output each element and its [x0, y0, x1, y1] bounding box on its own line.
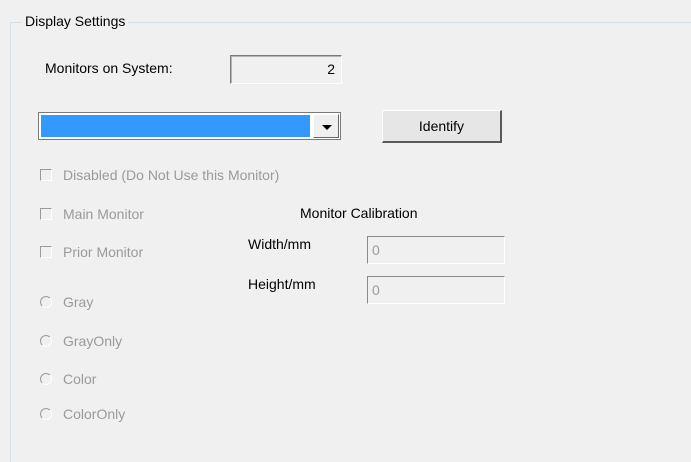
monitors-count-field: 2 [230, 55, 342, 84]
checkbox-label: Main Monitor [63, 206, 144, 222]
height-label: Height/mm [248, 276, 316, 292]
radio-gray-only[interactable]: GrayOnly [40, 331, 122, 351]
identify-button[interactable]: Identify [382, 110, 502, 143]
radio-gray[interactable]: Gray [40, 292, 93, 312]
checkbox-box[interactable] [40, 208, 52, 220]
checkbox-label: Disabled (Do Not Use this Monitor) [63, 167, 280, 183]
radio-circle[interactable] [40, 408, 52, 420]
monitors-on-system-label: Monitors on System: [45, 60, 173, 76]
radio-circle[interactable] [40, 373, 52, 385]
checkbox-box[interactable] [40, 169, 52, 181]
checkbox-box[interactable] [40, 246, 52, 258]
monitor-calibration-title: Monitor Calibration [300, 205, 418, 221]
radio-label: GrayOnly [63, 333, 123, 349]
monitor-select-value [41, 115, 310, 137]
monitor-select[interactable] [38, 112, 341, 140]
radio-label: Color [63, 371, 97, 387]
height-input[interactable]: 0 [367, 276, 505, 304]
monitor-select-dropdown-button[interactable] [313, 114, 339, 138]
width-input[interactable]: 0 [367, 236, 505, 264]
checkbox-label: Prior Monitor [63, 244, 144, 260]
main-monitor-checkbox[interactable]: Main Monitor [40, 204, 144, 224]
radio-color[interactable]: Color [40, 369, 96, 389]
disabled-monitor-checkbox[interactable]: Disabled (Do Not Use this Monitor) [40, 165, 279, 185]
radio-label: ColorOnly [63, 406, 126, 422]
radio-color-only[interactable]: ColorOnly [40, 404, 125, 424]
width-label: Width/mm [248, 236, 311, 252]
radio-circle[interactable] [40, 296, 52, 308]
chevron-down-icon [322, 125, 332, 130]
radio-label: Gray [63, 294, 94, 310]
prior-monitor-checkbox[interactable]: Prior Monitor [40, 242, 143, 262]
radio-circle[interactable] [40, 335, 52, 347]
group-title: Display Settings [22, 12, 129, 30]
